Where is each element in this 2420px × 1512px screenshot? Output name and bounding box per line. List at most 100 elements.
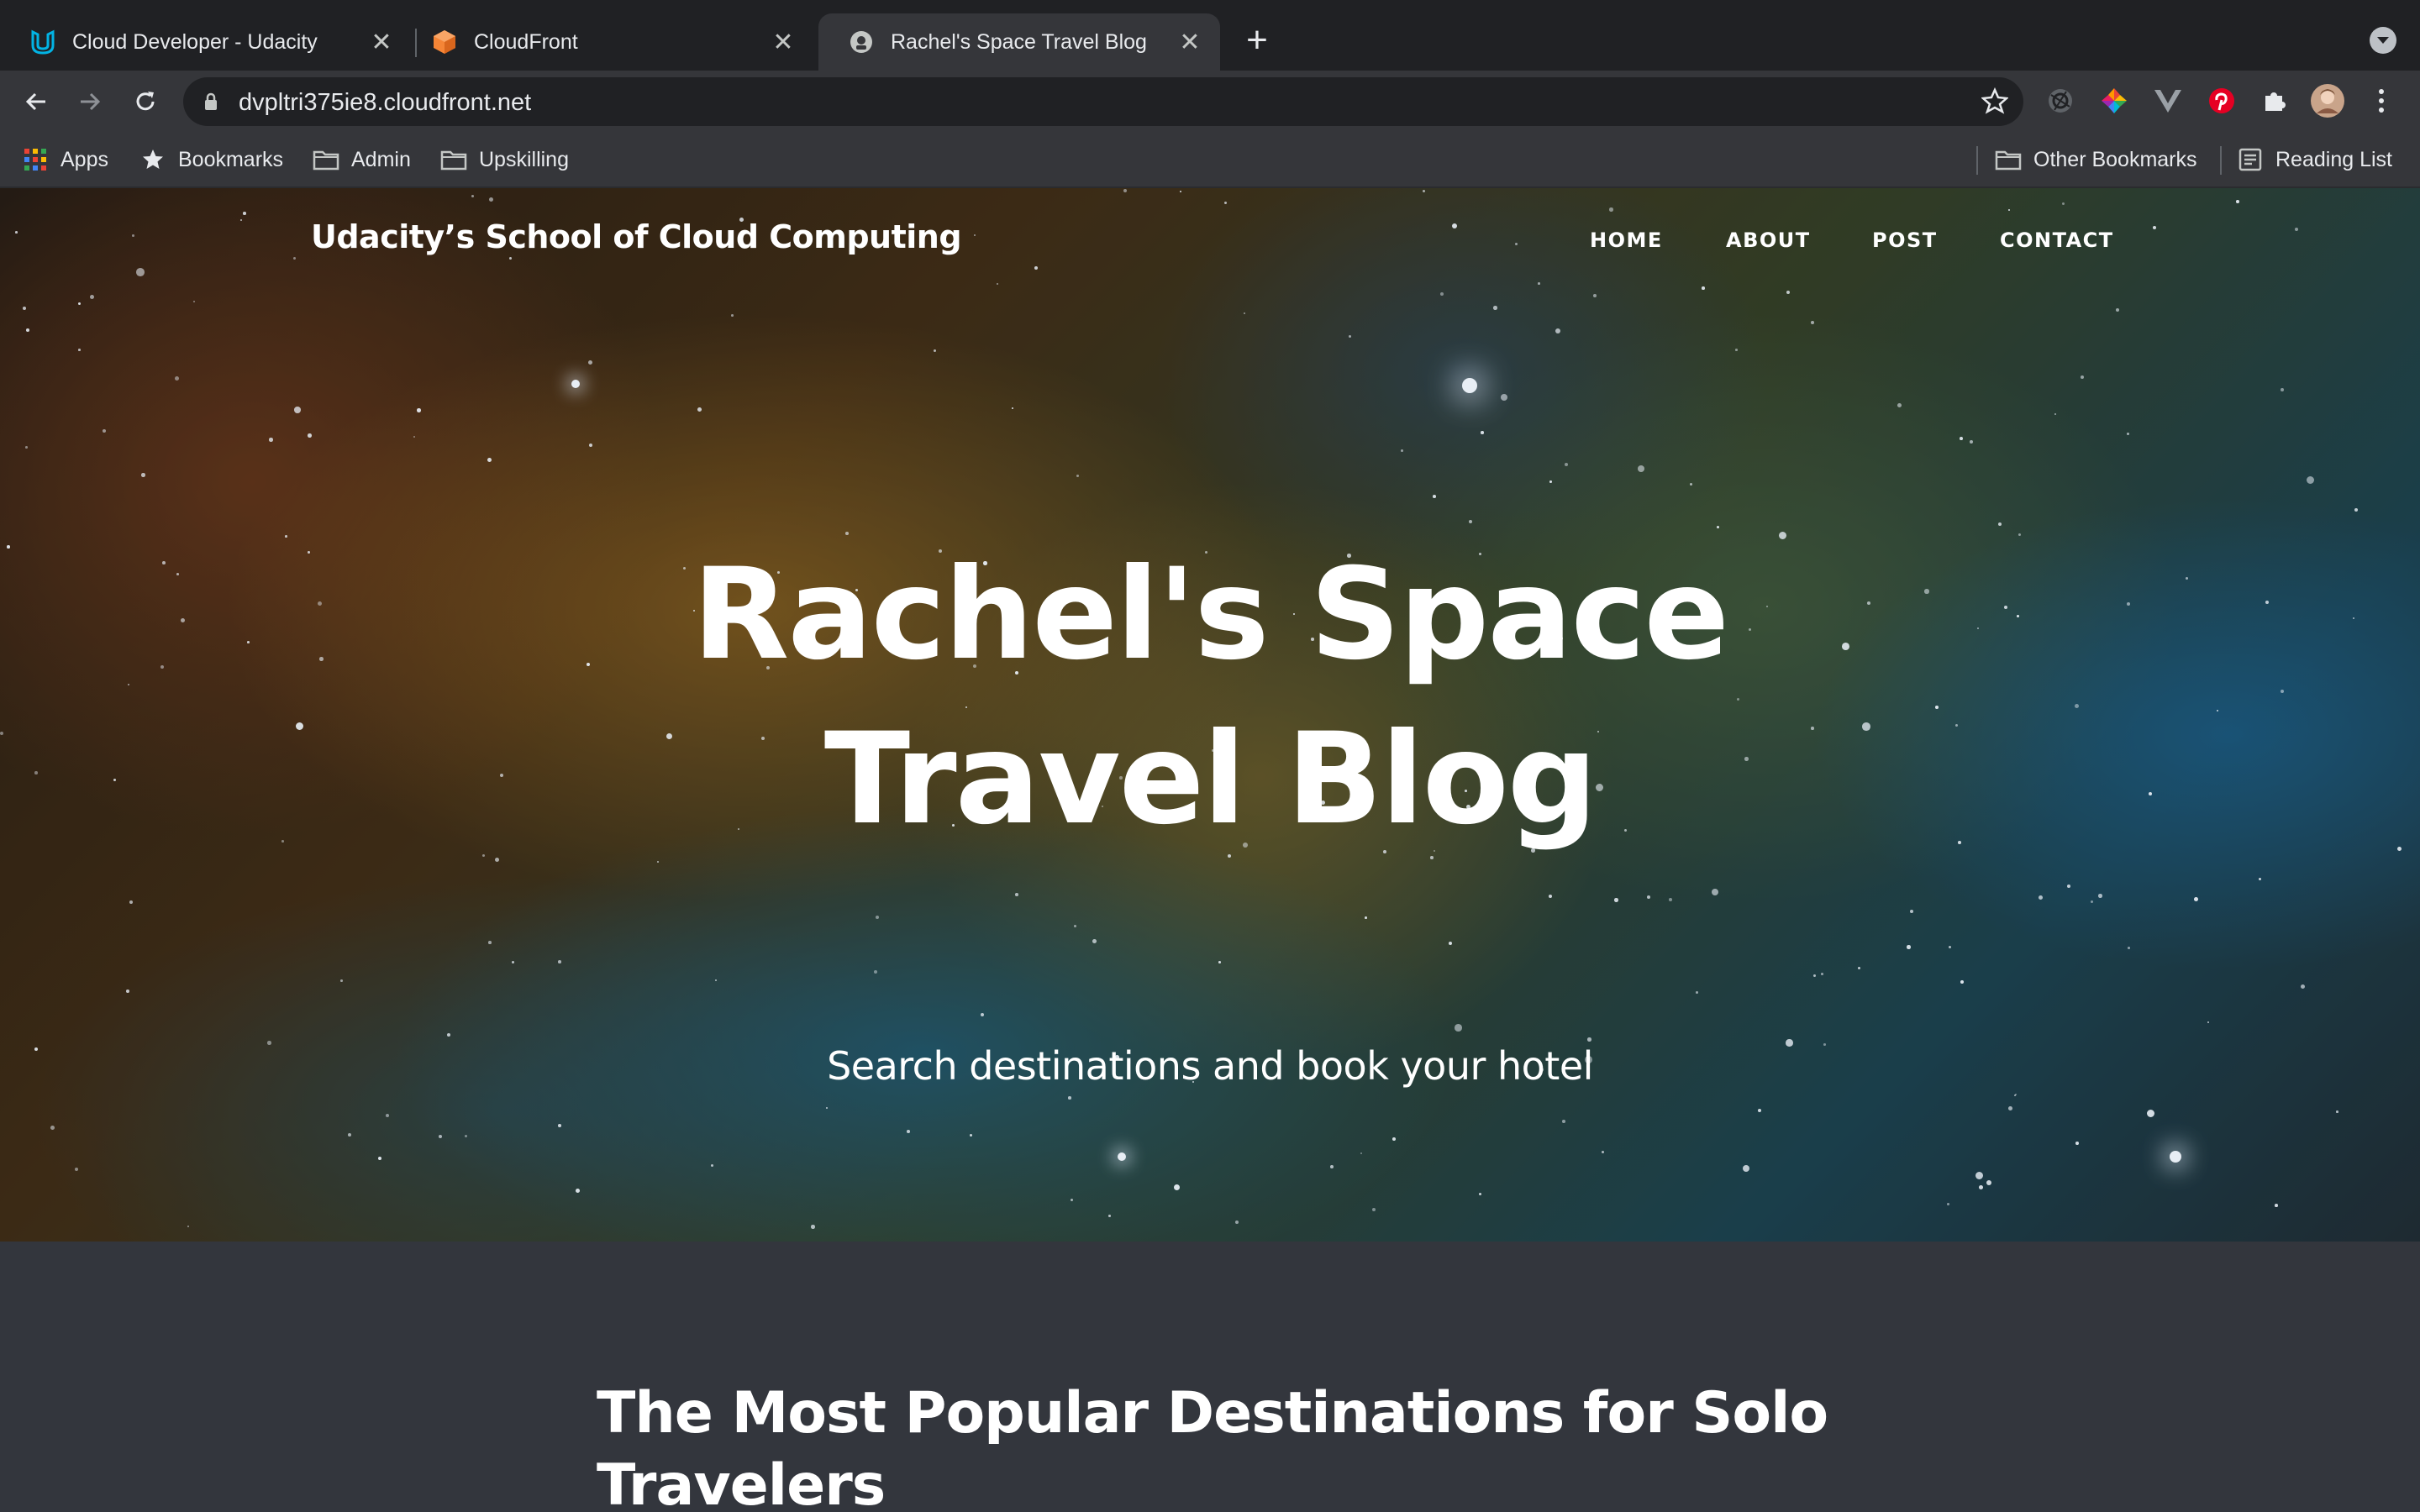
star-speck [247, 641, 250, 643]
star-speck [1907, 945, 1911, 949]
bookmark-other-bookmarks[interactable]: Other Bookmarks [1995, 144, 2197, 175]
close-icon[interactable]: ✕ [768, 27, 798, 57]
star-speck [1696, 991, 1698, 994]
star-speck [1960, 437, 1963, 440]
reading-list-icon [2237, 146, 2264, 173]
star-speck [281, 840, 284, 843]
star-speck [997, 283, 999, 286]
star-speck [267, 1041, 271, 1045]
bright-star [2170, 1151, 2181, 1163]
star-speck [811, 1225, 815, 1229]
star-speck [1401, 449, 1403, 452]
tab-search-button[interactable] [2370, 27, 2396, 54]
nav-contact-link[interactable]: CONTACT [2000, 228, 2114, 252]
arrow-right-icon [81, 92, 101, 111]
site-brand-link[interactable]: Udacity’s School of Cloud Computing [311, 218, 962, 255]
bookmark-apps[interactable]: Apps [22, 144, 108, 175]
new-tab-button[interactable]: + [1239, 22, 1276, 60]
cloudfront-logo-icon [430, 28, 459, 56]
tab-title: Cloud Developer - Udacity [72, 29, 318, 54]
star-speck [378, 1157, 381, 1160]
tab-space-blog[interactable]: Rachel's Space Travel Blog ✕ [818, 13, 1220, 71]
tab-cloudfront[interactable]: CloudFront ✕ [402, 13, 813, 71]
udacity-logo-icon [29, 28, 57, 56]
nav-about-link[interactable]: ABOUT [1726, 228, 1811, 252]
profile-avatar[interactable] [2309, 82, 2346, 119]
star-speck [697, 407, 702, 412]
star-speck [1074, 925, 1076, 927]
star-speck [2301, 984, 2305, 989]
star-speck [970, 1134, 972, 1137]
star-speck [417, 408, 421, 412]
extension-vue-icon[interactable] [2149, 82, 2186, 119]
star-speck [181, 618, 185, 622]
bookmark-reading-list[interactable]: Reading List [2237, 144, 2392, 175]
star-speck [1669, 898, 1672, 901]
close-icon[interactable]: ✕ [1175, 27, 1205, 57]
star-speck [1587, 1037, 1591, 1042]
extension-color-wheel-icon[interactable] [2096, 82, 2133, 119]
star-speck [1392, 1137, 1396, 1141]
star-speck [1638, 465, 1644, 472]
star-speck [1493, 306, 1497, 310]
star-speck [296, 722, 304, 731]
bright-star [1462, 378, 1477, 393]
star-speck [2194, 897, 2198, 901]
bookmark-folder-admin[interactable]: Admin [313, 144, 411, 175]
star-speck [907, 1130, 910, 1133]
browser-menu-button[interactable] [2363, 82, 2400, 119]
star-speck [162, 561, 166, 564]
close-icon[interactable]: ✕ [366, 27, 397, 57]
tab-udacity[interactable]: Cloud Developer - Udacity ✕ [0, 13, 412, 71]
star-speck [1092, 939, 1097, 943]
bookmark-folder-upskilling[interactable]: Upskilling [440, 144, 569, 175]
star-speck [269, 438, 273, 442]
star-speck [308, 433, 312, 438]
star-speck [294, 407, 301, 413]
bookmark-bookmarks[interactable]: Bookmarks [139, 144, 283, 175]
extension-aperture-icon[interactable] [2042, 82, 2079, 119]
star-speck [1501, 394, 1507, 401]
star-speck [1365, 916, 1367, 919]
post-title-link[interactable]: The Most Popular Destinations for Solo T… [597, 1378, 1891, 1512]
forward-button[interactable] [71, 82, 109, 121]
bookmarks-divider [2220, 146, 2222, 175]
bookmark-label: Bookmarks [178, 147, 284, 171]
star-speck [1469, 520, 1472, 523]
bookmark-label: Apps [60, 147, 108, 171]
star-speck [25, 446, 28, 449]
folder-icon [313, 146, 339, 173]
pinterest-icon[interactable] [2203, 82, 2240, 119]
hero-subtitle: Search destinations and book your hotel [827, 1043, 1593, 1089]
reload-button[interactable] [126, 82, 165, 121]
extensions-puzzle-icon[interactable] [2255, 82, 2292, 119]
tab-title: Rachel's Space Travel Blog [891, 29, 1147, 54]
star-speck [489, 197, 493, 202]
star-speck [1218, 961, 1221, 963]
star-speck [126, 990, 129, 993]
hero-title-line: Rachel's Space [692, 542, 1729, 688]
star-speck [2295, 228, 2298, 231]
star-speck [1481, 431, 1484, 434]
star-speck [15, 231, 18, 234]
reload-icon [136, 92, 155, 111]
star-speck [1330, 1165, 1334, 1168]
star-speck [1609, 207, 1613, 212]
nav-home-link[interactable]: HOME [1590, 228, 1663, 252]
bookmark-star-icon[interactable] [1981, 87, 2008, 114]
star-speck [1811, 321, 1814, 324]
url-text[interactable]: dvpltri375ie8.cloudfront.net [239, 89, 531, 117]
star-speck [1897, 403, 1902, 407]
star-speck [132, 234, 134, 237]
nav-post-link[interactable]: POST [1872, 228, 1938, 252]
address-bar[interactable]: dvpltri375ie8.cloudfront.net [183, 77, 2023, 126]
star-speck [2275, 1204, 2278, 1207]
chevron-down-icon [2377, 37, 2389, 44]
hero-title-line: Travel Blog [823, 706, 1597, 853]
bright-star [1118, 1152, 1126, 1161]
star-speck [340, 979, 343, 982]
star-speck [1758, 1109, 1761, 1112]
star-speck [1123, 189, 1128, 193]
back-button[interactable] [17, 82, 55, 121]
star-speck [1970, 440, 1973, 444]
